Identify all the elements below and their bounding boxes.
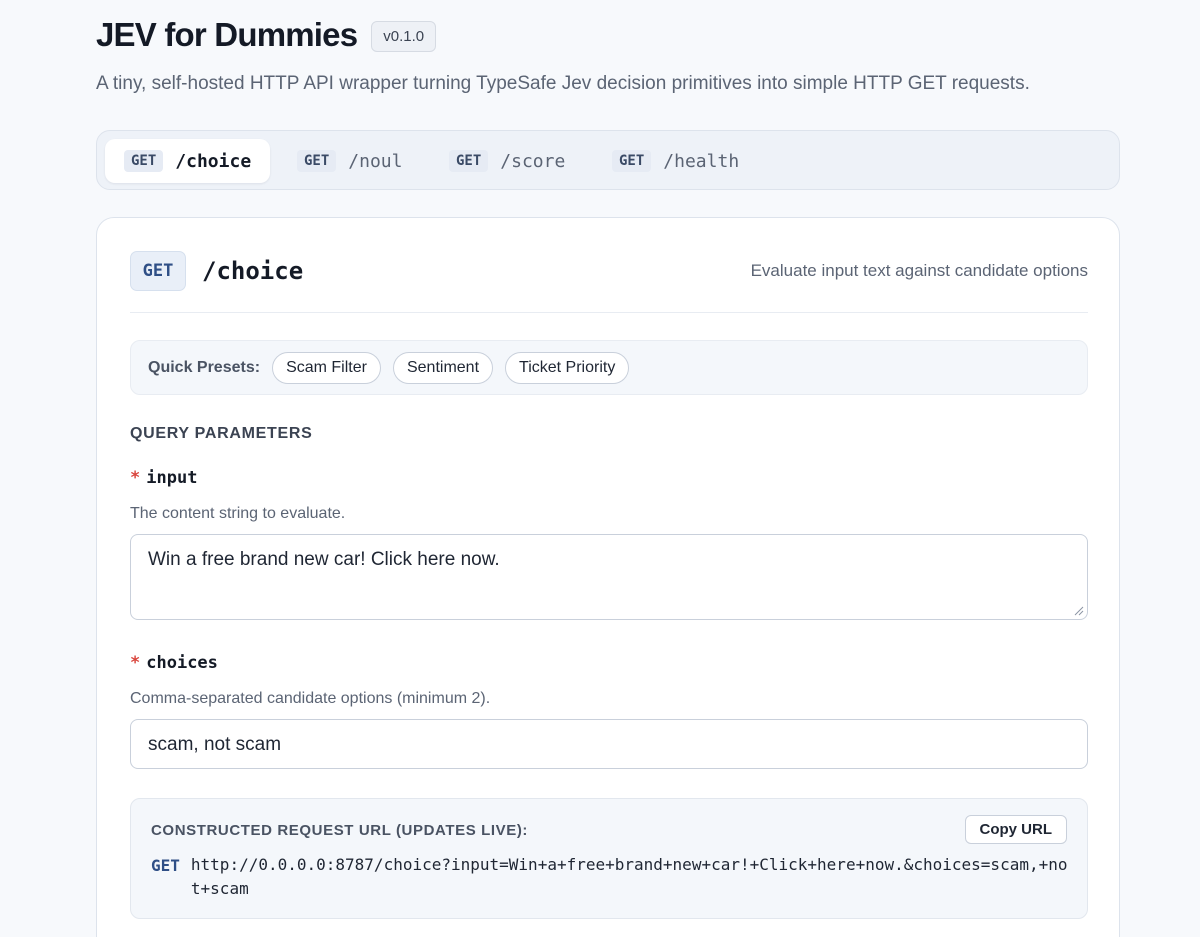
- required-marker: *: [130, 468, 141, 488]
- tab-path: /score: [500, 150, 566, 172]
- choices-input-value: scam, not scam: [148, 734, 282, 755]
- param-input-description: The content string to evaluate.: [130, 505, 346, 522]
- endpoint-header: GET /choice Evaluate input text against …: [130, 251, 1088, 291]
- request-url-label: CONSTRUCTED REQUEST URL (UPDATES LIVE):: [151, 822, 529, 839]
- input-textarea[interactable]: Win a free brand new car! Click here now…: [130, 534, 1088, 620]
- preset-ticket-priority-button[interactable]: Ticket Priority: [505, 351, 630, 384]
- param-choices-description: Comma-separated candidate options (minim…: [130, 690, 491, 707]
- request-url-method: GET: [151, 856, 180, 875]
- tab-path: /noul: [348, 150, 403, 172]
- version-badge: v0.1.0: [371, 20, 437, 52]
- quick-presets: Quick Presets: Scam Filter Sentiment Tic…: [130, 340, 1088, 395]
- preset-scam-filter-button[interactable]: Scam Filter: [272, 351, 381, 384]
- presets-label: Quick Presets:: [148, 358, 261, 376]
- request-url-panel: CONSTRUCTED REQUEST URL (UPDATES LIVE): …: [130, 798, 1088, 919]
- tab-choice[interactable]: GET /choice: [105, 139, 271, 183]
- param-input-name: input: [146, 468, 198, 488]
- app-header: JEV for Dummies v0.1.0: [96, 16, 437, 54]
- tab-path: /choice: [175, 150, 252, 172]
- choices-input[interactable]: scam, not scam: [130, 719, 1088, 769]
- tab-method-badge: GET: [612, 150, 652, 172]
- input-textarea-value: Win a free brand new car! Click here now…: [148, 549, 500, 570]
- endpoint-tabs: GET /choice GET /noul GET /score GET /he…: [96, 130, 1120, 190]
- copy-url-button[interactable]: Copy URL: [964, 815, 1067, 844]
- page-title: JEV for Dummies: [96, 16, 358, 53]
- query-parameters-heading: QUERY PARAMETERS: [130, 425, 313, 442]
- tab-path: /health: [663, 150, 740, 172]
- divider: [130, 312, 1088, 313]
- endpoint-method-badge: GET: [130, 251, 186, 291]
- tab-method-badge: GET: [297, 150, 337, 172]
- tab-method-badge: GET: [449, 150, 489, 172]
- endpoint-card: GET /choice Evaluate input text against …: [96, 217, 1120, 937]
- endpoint-description: Evaluate input text against candidate op…: [750, 261, 1088, 280]
- param-choices-label: * choices: [130, 653, 218, 673]
- request-url-line: GET http://0.0.0.0:8787/choice?input=Win…: [151, 853, 1071, 901]
- param-choices-name: choices: [146, 653, 218, 673]
- tab-noul[interactable]: GET /noul: [278, 139, 421, 183]
- required-marker: *: [130, 653, 141, 673]
- param-input-label: * input: [130, 468, 197, 488]
- page-subtitle: A tiny, self-hosted HTTP API wrapper tur…: [96, 73, 1030, 94]
- preset-sentiment-button[interactable]: Sentiment: [392, 351, 494, 384]
- tab-method-badge: GET: [124, 150, 164, 172]
- request-url-text[interactable]: http://0.0.0.0:8787/choice?input=Win+a+f…: [191, 853, 1071, 901]
- tab-score[interactable]: GET /score: [430, 139, 584, 183]
- endpoint-path: /choice: [202, 257, 304, 285]
- resize-handle-icon[interactable]: [1074, 606, 1084, 616]
- tab-health[interactable]: GET /health: [593, 139, 758, 183]
